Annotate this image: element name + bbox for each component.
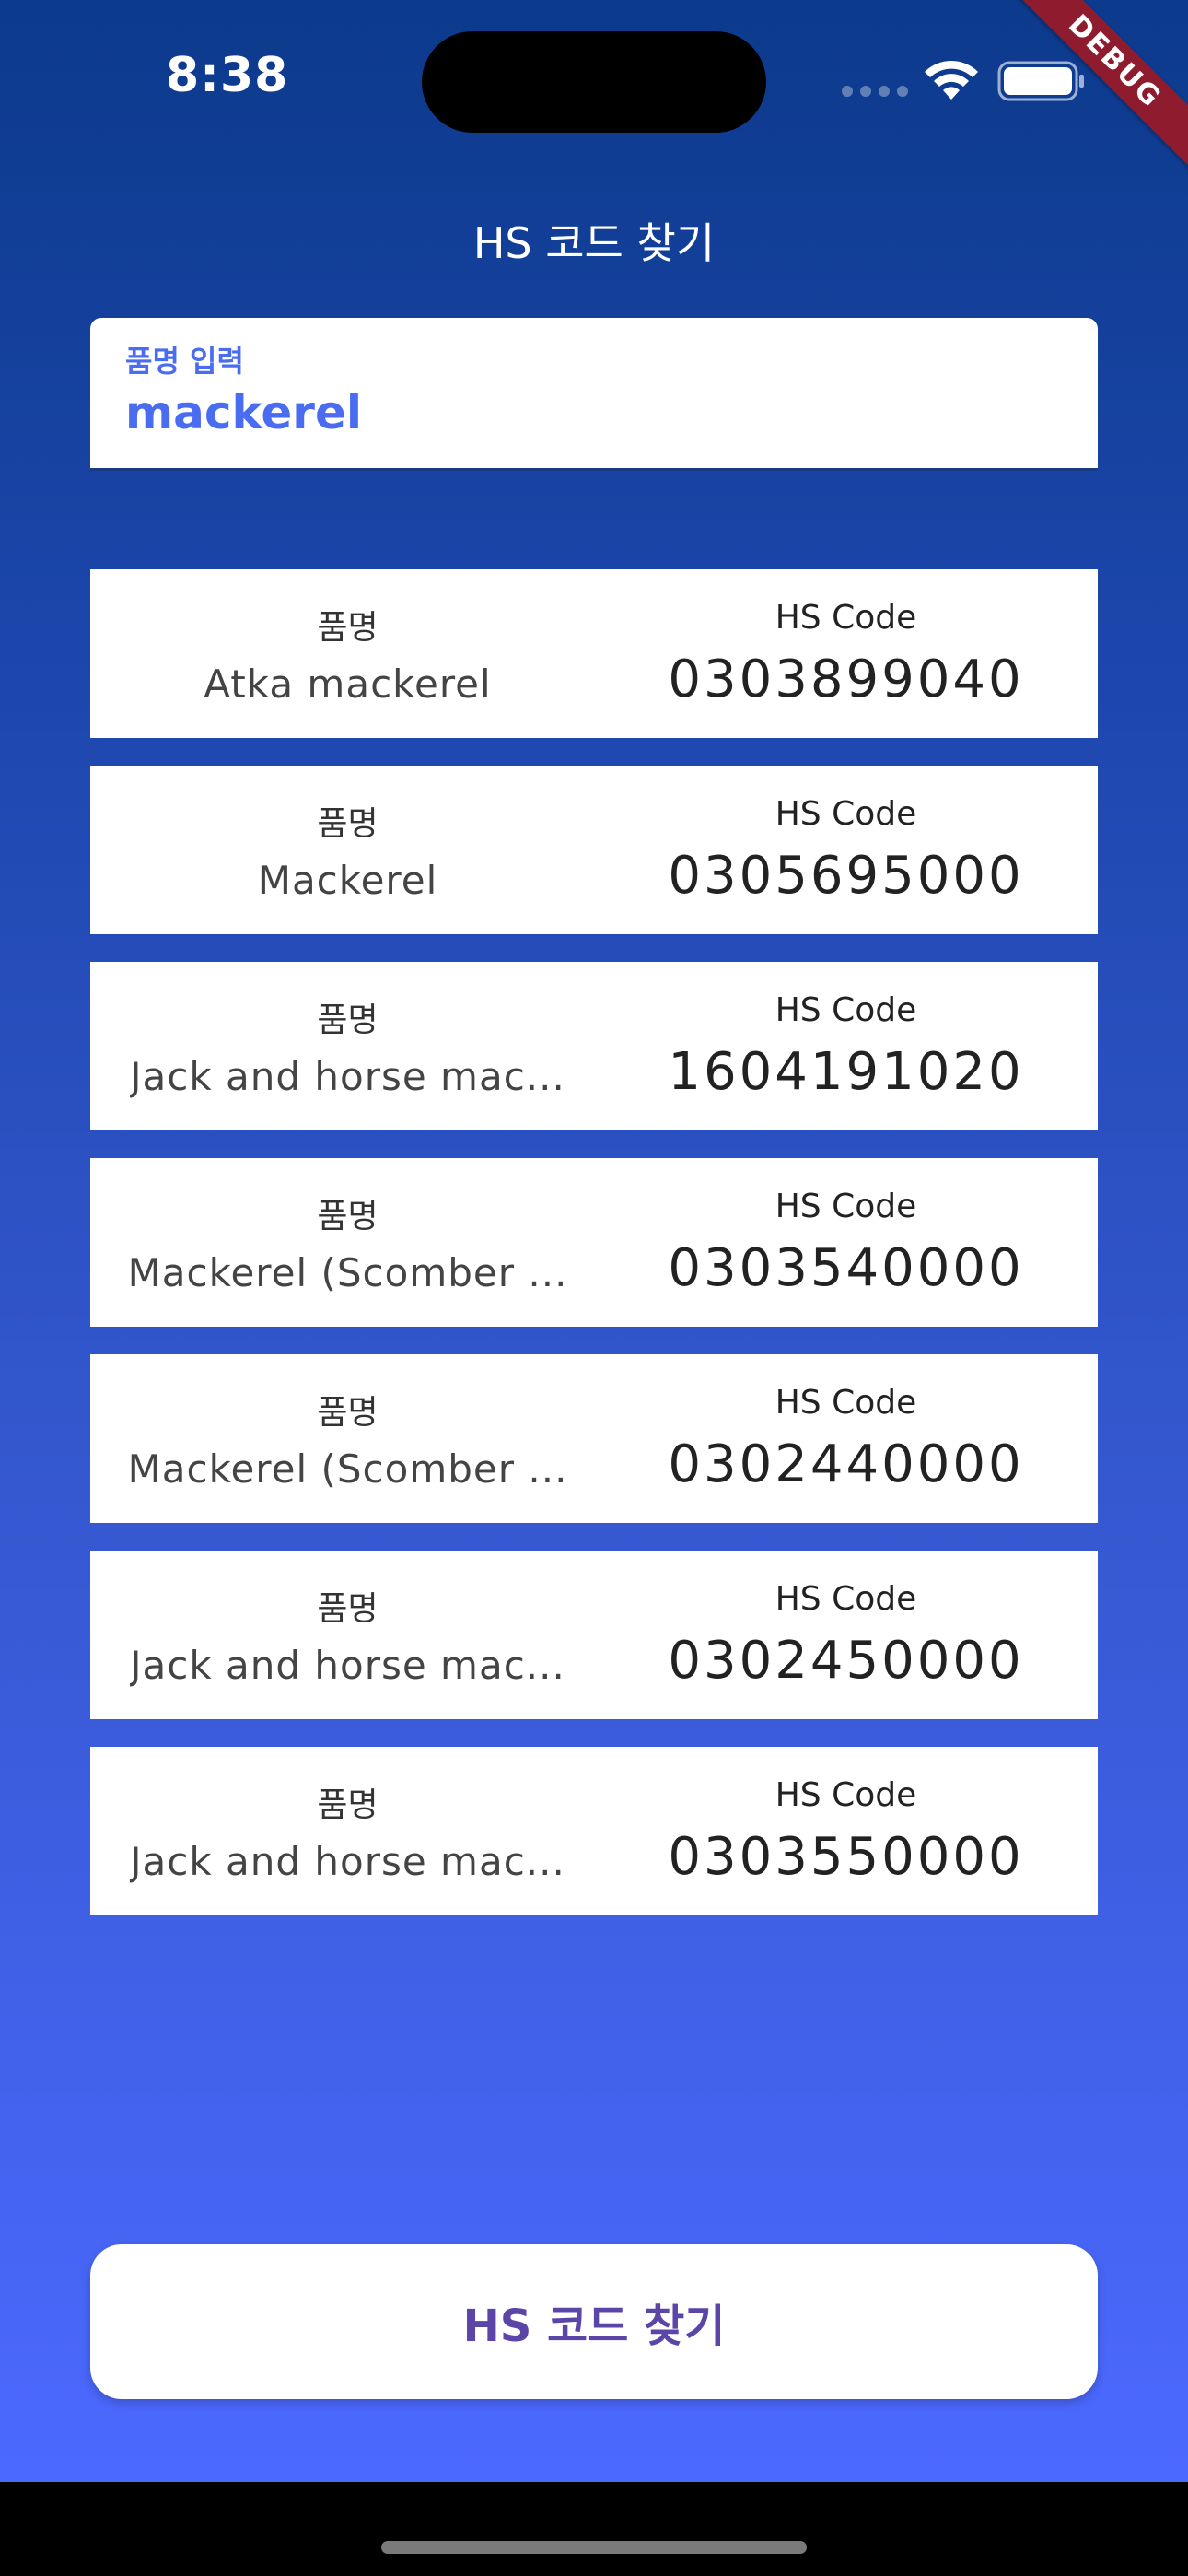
result-code-column: HS Code 0302440000 [594, 1354, 1098, 1523]
result-code-label: HS Code [775, 598, 917, 637]
result-name: Mackerel [257, 858, 438, 903]
result-card[interactable]: 품명 Mackerel (Scomber ... HS Code 0303540… [90, 1158, 1098, 1327]
result-card[interactable]: 품명 Jack and horse mac... HS Code 0302450… [90, 1551, 1098, 1719]
result-hs-code: 1604191020 [668, 1041, 1024, 1102]
result-hs-code: 0305695000 [668, 845, 1024, 906]
result-name: Mackerel (Scomber ... [127, 1250, 568, 1295]
result-code-column: HS Code 0305695000 [594, 766, 1098, 934]
result-code-label: HS Code [775, 1383, 917, 1422]
result-name-label: 품명 [317, 1786, 379, 1824]
result-name-label: 품명 [317, 805, 379, 843]
app-screen: 8:38 DEBUG HS 코드 찾기 품명 입력 품명 Atka macker… [0, 0, 1188, 2482]
result-card[interactable]: 품명 Mackerel HS Code 0305695000 [90, 766, 1098, 934]
result-card[interactable]: 품명 Atka mackerel HS Code 0303899040 [90, 569, 1098, 738]
signal-dots-icon [842, 86, 908, 97]
result-code-column: HS Code 0303899040 [594, 569, 1098, 738]
result-name-label: 품명 [317, 1001, 379, 1039]
page-title: HS 코드 찾기 [472, 218, 716, 268]
find-hs-code-button[interactable]: HS 코드 찾기 [90, 2244, 1098, 2399]
result-name-label: 품명 [317, 1394, 379, 1432]
result-code-label: HS Code [775, 1775, 917, 1814]
result-hs-code: 0303899040 [668, 649, 1024, 709]
result-name-column: 품명 Mackerel (Scomber ... [90, 1354, 594, 1523]
result-name: Atka mackerel [204, 662, 492, 707]
result-name: Jack and horse mac... [130, 1054, 565, 1099]
result-name-label: 품명 [317, 609, 379, 647]
result-name: Jack and horse mac... [130, 1643, 565, 1688]
results-list: 품명 Atka mackerel HS Code 0303899040 품명 M… [90, 569, 1098, 1943]
result-hs-code: 0303550000 [668, 1826, 1024, 1887]
result-card[interactable]: 품명 Jack and horse mac... HS Code 0303550… [90, 1747, 1098, 1915]
result-hs-code: 0303540000 [668, 1237, 1024, 1298]
result-name-label: 품명 [317, 1590, 379, 1628]
dynamic-island [422, 31, 766, 133]
result-code-label: HS Code [775, 794, 917, 833]
result-code-column: HS Code 0303550000 [594, 1747, 1098, 1915]
result-card[interactable]: 품명 Jack and horse mac... HS Code 1604191… [90, 962, 1098, 1130]
result-name-label: 품명 [317, 1198, 379, 1235]
result-card[interactable]: 품명 Mackerel (Scomber ... HS Code 0302440… [90, 1354, 1098, 1523]
result-name: Mackerel (Scomber ... [127, 1446, 568, 1492]
result-code-column: HS Code 0303540000 [594, 1158, 1098, 1327]
result-code-label: HS Code [775, 1187, 917, 1225]
product-name-field-label: 품명 입력 [125, 344, 244, 379]
result-code-column: HS Code 0302450000 [594, 1551, 1098, 1719]
result-name-column: 품명 Jack and horse mac... [90, 962, 594, 1130]
wifi-icon [925, 60, 978, 100]
result-hs-code: 0302440000 [668, 1434, 1024, 1494]
result-code-label: HS Code [775, 1579, 917, 1618]
home-indicator[interactable] [381, 2541, 807, 2554]
product-name-input[interactable] [125, 386, 1046, 439]
result-name-column: 품명 Mackerel (Scomber ... [90, 1158, 594, 1327]
battery-icon [997, 61, 1084, 101]
product-name-field[interactable]: 품명 입력 [90, 318, 1098, 471]
result-name-column: 품명 Mackerel [90, 766, 594, 934]
result-code-column: HS Code 1604191020 [594, 962, 1098, 1130]
result-name-column: 품명 Atka mackerel [90, 569, 594, 738]
result-name-column: 품명 Jack and horse mac... [90, 1551, 594, 1719]
result-name-column: 품명 Jack and horse mac... [90, 1747, 594, 1915]
result-code-label: HS Code [775, 990, 917, 1029]
status-time: 8:38 [166, 48, 289, 103]
result-hs-code: 0302450000 [668, 1630, 1024, 1691]
result-name: Jack and horse mac... [130, 1839, 565, 1884]
